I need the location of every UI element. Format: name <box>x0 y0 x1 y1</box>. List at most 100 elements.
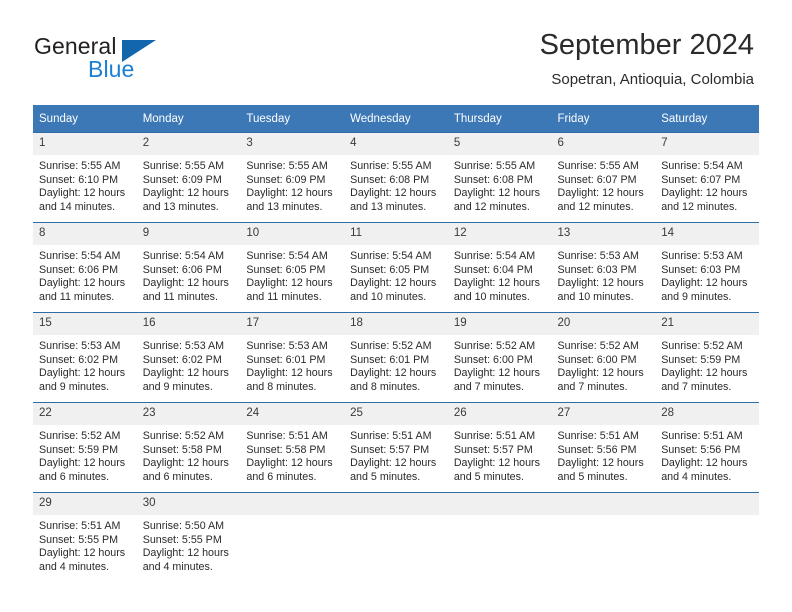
sunrise-text: Sunrise: 5:55 AM <box>350 160 432 172</box>
sunset-text: Sunset: 5:59 PM <box>661 353 741 366</box>
sunset-text: Sunset: 6:00 PM <box>557 353 637 366</box>
sunrise-text: Sunrise: 5:54 AM <box>350 250 432 262</box>
day-cell[interactable]: 12 Sunrise: 5:54 AM Sunset: 6:04 PM Dayl… <box>447 222 552 313</box>
daylight-text-line1: Daylight: 12 hours <box>350 367 437 380</box>
sunrise-text: Sunrise: 5:52 AM <box>557 340 639 352</box>
sunrise-text: Sunrise: 5:52 AM <box>661 340 743 352</box>
day-details: Sunrise: 5:51 AM Sunset: 5:56 PM Dayligh… <box>552 425 656 484</box>
day-details: Sunrise: 5:53 AM Sunset: 6:01 PM Dayligh… <box>240 335 344 394</box>
day-cell[interactable]: 25 Sunrise: 5:51 AM Sunset: 5:57 PM Dayl… <box>344 402 448 493</box>
sunrise-text: Sunrise: 5:53 AM <box>39 340 121 352</box>
logo-text-blue: Blue <box>88 56 135 82</box>
day-cell[interactable]: 6 Sunrise: 5:55 AM Sunset: 6:07 PM Dayli… <box>551 132 656 223</box>
sunset-text: Sunset: 6:02 PM <box>39 353 119 366</box>
day-number: 5 <box>447 133 552 155</box>
day-cell[interactable]: 29 Sunrise: 5:51 AM Sunset: 5:55 PM Dayl… <box>33 492 137 582</box>
daylight-text-line2: and 9 minutes. <box>39 380 110 393</box>
daylight-text-line1: Daylight: 12 hours <box>453 277 540 290</box>
daylight-text-line1: Daylight: 12 hours <box>246 187 333 200</box>
location-subtitle: Sopetran, Antioquia, Colombia <box>551 71 754 88</box>
day-number: 19 <box>447 313 552 335</box>
day-cell[interactable]: 18 Sunrise: 5:52 AM Sunset: 6:01 PM Dayl… <box>344 312 448 403</box>
sunset-text: Sunset: 6:05 PM <box>246 263 326 276</box>
week-row: 15 Sunrise: 5:53 AM Sunset: 6:02 PM Dayl… <box>33 312 759 403</box>
daylight-text-line2: and 7 minutes. <box>661 380 732 393</box>
sunrise-text: Sunrise: 5:53 AM <box>246 340 328 352</box>
day-number: 4 <box>344 133 448 155</box>
daylight-text-line1: Daylight: 12 hours <box>350 277 437 290</box>
day-cell-empty <box>447 492 552 582</box>
weekday-header-row: Sunday Monday Tuesday Wednesday Thursday… <box>33 105 759 133</box>
sunset-text: Sunset: 6:08 PM <box>350 173 430 186</box>
day-details: Sunrise: 5:55 AM Sunset: 6:09 PM Dayligh… <box>137 155 241 214</box>
day-cell[interactable]: 1 Sunrise: 5:55 AM Sunset: 6:10 PM Dayli… <box>33 132 137 223</box>
day-cell[interactable]: 9 Sunrise: 5:54 AM Sunset: 6:06 PM Dayli… <box>136 222 241 313</box>
daylight-text-line2: and 5 minutes. <box>557 470 628 483</box>
day-cell[interactable]: 15 Sunrise: 5:53 AM Sunset: 6:02 PM Dayl… <box>33 312 137 403</box>
day-cell[interactable]: 10 Sunrise: 5:54 AM Sunset: 6:05 PM Dayl… <box>240 222 345 313</box>
sunrise-text: Sunrise: 5:51 AM <box>246 430 328 442</box>
week-row: 8 Sunrise: 5:54 AM Sunset: 6:06 PM Dayli… <box>33 222 759 313</box>
day-details: Sunrise: 5:53 AM Sunset: 6:03 PM Dayligh… <box>655 245 759 304</box>
day-cell[interactable]: 28 Sunrise: 5:51 AM Sunset: 5:56 PM Dayl… <box>655 402 759 493</box>
day-number: 23 <box>136 403 241 425</box>
day-number <box>240 493 345 515</box>
day-cell[interactable]: 16 Sunrise: 5:53 AM Sunset: 6:02 PM Dayl… <box>136 312 241 403</box>
day-number: 13 <box>551 223 656 245</box>
daylight-text-line1: Daylight: 12 hours <box>453 187 540 200</box>
calendar-page: General Blue September 2024 Sopetran, An… <box>0 0 792 612</box>
day-cell[interactable]: 24 Sunrise: 5:51 AM Sunset: 5:58 PM Dayl… <box>240 402 345 493</box>
daylight-text-line1: Daylight: 12 hours <box>142 367 229 380</box>
day-number: 16 <box>136 313 241 335</box>
daylight-text-line2: and 11 minutes. <box>142 290 218 303</box>
day-details: Sunrise: 5:55 AM Sunset: 6:08 PM Dayligh… <box>448 155 552 214</box>
day-cell[interactable]: 11 Sunrise: 5:54 AM Sunset: 6:05 PM Dayl… <box>344 222 448 313</box>
day-cell[interactable]: 4 Sunrise: 5:55 AM Sunset: 6:08 PM Dayli… <box>344 132 448 223</box>
day-cell[interactable]: 3 Sunrise: 5:55 AM Sunset: 6:09 PM Dayli… <box>240 132 345 223</box>
day-cell[interactable]: 26 Sunrise: 5:51 AM Sunset: 5:57 PM Dayl… <box>447 402 552 493</box>
daylight-text-line2: and 13 minutes. <box>246 200 323 213</box>
day-cell[interactable]: 7 Sunrise: 5:54 AM Sunset: 6:07 PM Dayli… <box>655 132 759 223</box>
sunset-text: Sunset: 5:58 PM <box>246 443 326 456</box>
sunset-text: Sunset: 5:59 PM <box>39 443 119 456</box>
sunrise-text: Sunrise: 5:51 AM <box>39 520 121 532</box>
generalblue-logo[interactable]: General Blue <box>34 33 264 85</box>
daylight-text-line1: Daylight: 12 hours <box>246 367 333 380</box>
daylight-text-line1: Daylight: 12 hours <box>142 277 229 290</box>
day-number: 18 <box>344 313 448 335</box>
day-number: 1 <box>33 133 137 155</box>
day-details <box>240 515 344 520</box>
day-cell[interactable]: 21 Sunrise: 5:52 AM Sunset: 5:59 PM Dayl… <box>655 312 759 403</box>
day-cell[interactable]: 8 Sunrise: 5:54 AM Sunset: 6:06 PM Dayli… <box>33 222 137 313</box>
day-number: 14 <box>655 223 759 245</box>
day-cell[interactable]: 30 Sunrise: 5:50 AM Sunset: 5:55 PM Dayl… <box>136 492 241 582</box>
day-cell[interactable]: 22 Sunrise: 5:52 AM Sunset: 5:59 PM Dayl… <box>33 402 137 493</box>
day-cell[interactable]: 19 Sunrise: 5:52 AM Sunset: 6:00 PM Dayl… <box>447 312 552 403</box>
calendar-head: Sunday Monday Tuesday Wednesday Thursday… <box>33 105 759 133</box>
day-details: Sunrise: 5:55 AM Sunset: 6:10 PM Dayligh… <box>33 155 137 214</box>
day-cell[interactable]: 5 Sunrise: 5:55 AM Sunset: 6:08 PM Dayli… <box>447 132 552 223</box>
day-details: Sunrise: 5:52 AM Sunset: 6:00 PM Dayligh… <box>552 335 656 394</box>
day-details: Sunrise: 5:55 AM Sunset: 6:07 PM Dayligh… <box>552 155 656 214</box>
day-cell[interactable]: 13 Sunrise: 5:53 AM Sunset: 6:03 PM Dayl… <box>551 222 656 313</box>
day-cell[interactable]: 17 Sunrise: 5:53 AM Sunset: 6:01 PM Dayl… <box>240 312 345 403</box>
day-number: 2 <box>136 133 241 155</box>
day-details: Sunrise: 5:53 AM Sunset: 6:02 PM Dayligh… <box>137 335 241 394</box>
day-cell[interactable]: 2 Sunrise: 5:55 AM Sunset: 6:09 PM Dayli… <box>136 132 241 223</box>
sunset-text: Sunset: 5:56 PM <box>557 443 637 456</box>
day-number: 15 <box>33 313 137 335</box>
daylight-text-line1: Daylight: 12 hours <box>557 187 644 200</box>
sunset-text: Sunset: 6:07 PM <box>557 173 637 186</box>
day-cell[interactable]: 14 Sunrise: 5:53 AM Sunset: 6:03 PM Dayl… <box>655 222 759 313</box>
day-cell[interactable]: 27 Sunrise: 5:51 AM Sunset: 5:56 PM Dayl… <box>551 402 656 493</box>
sunrise-text: Sunrise: 5:55 AM <box>246 160 328 172</box>
sunset-text: Sunset: 6:03 PM <box>661 263 741 276</box>
day-number: 9 <box>136 223 241 245</box>
sunrise-text: Sunrise: 5:50 AM <box>142 520 225 532</box>
daylight-text-line2: and 11 minutes. <box>39 290 115 303</box>
daylight-text-line2: and 12 minutes. <box>557 200 634 213</box>
day-number: 20 <box>551 313 656 335</box>
day-cell[interactable]: 20 Sunrise: 5:52 AM Sunset: 6:00 PM Dayl… <box>551 312 656 403</box>
day-details: Sunrise: 5:50 AM Sunset: 5:55 PM Dayligh… <box>137 515 241 574</box>
day-cell[interactable]: 23 Sunrise: 5:52 AM Sunset: 5:58 PM Dayl… <box>136 402 241 493</box>
